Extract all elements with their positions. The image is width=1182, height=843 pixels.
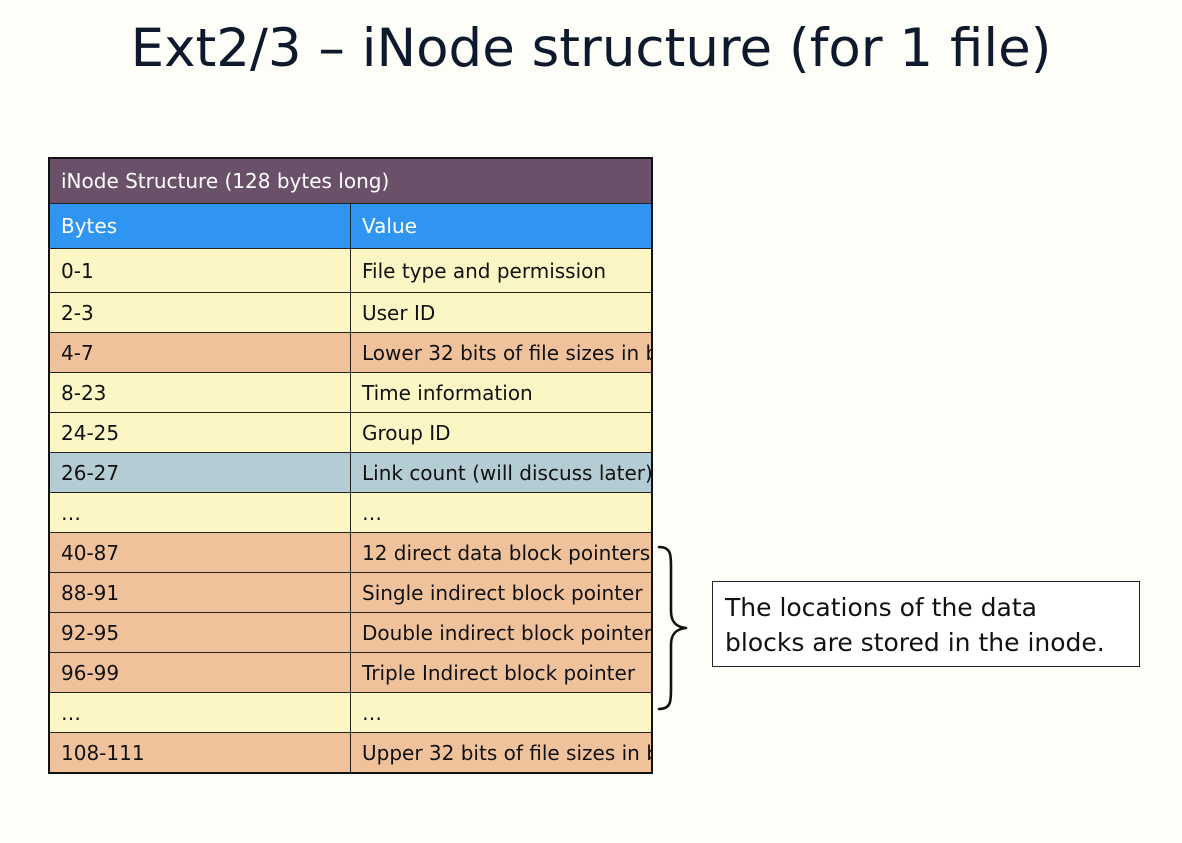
bytes-cell: 96-99 [48,652,351,693]
table-caption-row: iNode Structure (128 bytes long) [48,157,653,204]
note-line-1: The locations of the data [725,593,1037,622]
value-cell: Time information [350,372,653,413]
value-cell: Lower 32 bits of file sizes in bytes [350,332,653,373]
value-cell: Double indirect block pointer [350,612,653,653]
table-row: 24-25 Group ID [48,412,653,453]
bytes-cell: 8-23 [48,372,351,413]
value-cell: Group ID [350,412,653,453]
slide-title: Ext2/3 – iNode structure (for 1 file) [130,18,1052,79]
value-cell: User ID [350,292,653,333]
bytes-cell: 0-1 [48,248,351,293]
value-cell: … [350,692,653,733]
bytes-cell: 4-7 [48,332,351,373]
table-row: 108-111 Upper 32 bits of file sizes in b… [48,732,653,774]
table-row: 40-87 12 direct data block pointers [48,532,653,573]
value-cell: File type and permission [350,248,653,293]
column-header-value: Value [350,203,653,249]
table-row: 2-3 User ID [48,292,653,333]
bytes-cell: 24-25 [48,412,351,453]
value-cell: Single indirect block pointer [350,572,653,613]
bytes-cell: 40-87 [48,532,351,573]
table-row: 92-95 Double indirect block pointer [48,612,653,653]
value-cell: Link count (will discuss later) [350,452,653,493]
table-caption: iNode Structure (128 bytes long) [48,157,653,204]
note-callout-box: The locations of the data blocks are sto… [712,581,1140,667]
bytes-cell: 2-3 [48,292,351,333]
table-row: 8-23 Time information [48,372,653,413]
inode-table-container: iNode Structure (128 bytes long) Bytes V… [48,157,653,774]
column-header-bytes: Bytes [48,203,351,249]
bytes-cell: 92-95 [48,612,351,653]
table-row: 26-27 Link count (will discuss later) [48,452,653,493]
note-line-2: blocks are stored in the inode. [725,628,1105,657]
table-row: … … [48,492,653,533]
bytes-cell: … [48,692,351,733]
inode-structure-table: iNode Structure (128 bytes long) Bytes V… [48,157,653,774]
table-row: 4-7 Lower 32 bits of file sizes in bytes [48,332,653,373]
table-row: 96-99 Triple Indirect block pointer [48,652,653,693]
table-row: 0-1 File type and permission [48,248,653,293]
value-cell: Upper 32 bits of file sizes in bytes [350,732,653,774]
table-row: … … [48,692,653,733]
value-cell: Triple Indirect block pointer [350,652,653,693]
bytes-cell: 108-111 [48,732,351,774]
bytes-cell: … [48,492,351,533]
right-curly-brace-icon [657,545,688,711]
value-cell: … [350,492,653,533]
table-row: 88-91 Single indirect block pointer [48,572,653,613]
bytes-cell: 88-91 [48,572,351,613]
value-cell: 12 direct data block pointers [350,532,653,573]
table-header-row: Bytes Value [48,203,653,249]
bytes-cell: 26-27 [48,452,351,493]
